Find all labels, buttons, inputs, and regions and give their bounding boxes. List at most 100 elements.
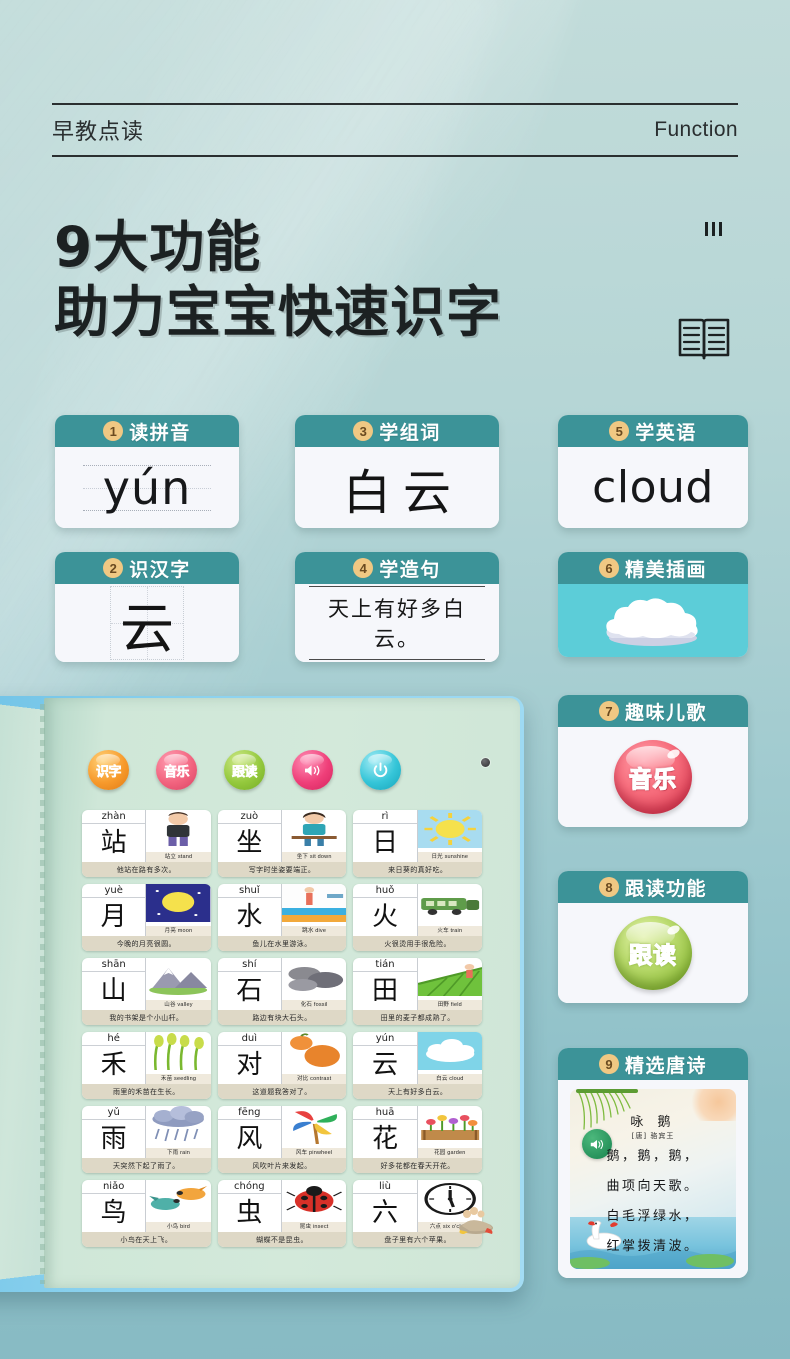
poem-title: 咏 鹅 (630, 1115, 676, 1130)
mascot-icon (454, 1202, 498, 1236)
word-card-character: fēng 风 (217, 1106, 282, 1158)
word-card-top: fēng 风 风车 pinwheel (217, 1106, 347, 1158)
word-card[interactable]: hé 禾 禾苗 seedling 雨里的禾苗在生长。 (82, 1032, 211, 1099)
word-card[interactable]: zhàn 站 站立 stand 他站在路有多次。 (82, 810, 211, 877)
hanzi-value: 云 (120, 596, 174, 660)
word-card-top: yún 云 白云 cloud (353, 1032, 482, 1084)
hero-heading: 9大功能 助力宝宝快速识字 (54, 215, 502, 343)
picture-boy-standing (146, 810, 210, 848)
word-card-hanzi: 日 (371, 828, 398, 858)
feature-card-make-sentence[interactable]: 4 学造句 天上有好多白云。 (295, 552, 499, 662)
word-card-pinyin: yún (353, 1033, 417, 1046)
word-card-top: tián 田 田野 field (353, 958, 482, 1010)
word-card-picture-area: 坐下 sit down (281, 810, 347, 862)
picture-girl-sitting (282, 810, 346, 848)
card-body (558, 584, 748, 657)
word-card[interactable]: niǎo 鸟 小鸟 bird 小鸟在天上飞。 (82, 1180, 211, 1247)
read-along-button[interactable]: 跟读 (614, 916, 692, 990)
poem-line: 鹅，鹅，鹅， (606, 1149, 700, 1164)
word-card-sentence: 火很烫用手很危险。 (353, 936, 482, 951)
word-card[interactable]: duì 对 对比 contrast 这道题我答对了。 (217, 1032, 347, 1099)
word-card-english: 日光 sunshine (417, 852, 482, 862)
volume-button[interactable] (292, 750, 333, 790)
word-card-picture-area: 对比 contrast (281, 1032, 347, 1084)
page-header: 早教点读 Function (52, 103, 738, 157)
card-body: 咏 鹅 [唐] 骆宾王 鹅，鹅，鹅， 曲项向天歌。 白毛浮绿水， 红掌拨清波。 (558, 1080, 748, 1278)
feature-card-illustration[interactable]: 6 精美插画 (558, 552, 748, 657)
word-card-hanzi: 石 (236, 976, 263, 1006)
word-card-character: yǔ 雨 (82, 1106, 147, 1158)
word-card-english: 月亮 moon (146, 926, 211, 936)
word-card-pinyin: shuǐ (217, 885, 281, 898)
word-card-english: 坐下 sit down (281, 852, 347, 862)
word-card-hanzi: 虫 (236, 1198, 263, 1228)
sentence-rules: 天上有好多白云。 (309, 586, 485, 660)
picture-mountains (146, 958, 210, 996)
power-button[interactable] (360, 750, 401, 790)
read-along-button-label: 跟读 (231, 763, 258, 779)
card-title: 读拼音 (129, 422, 191, 444)
word-card[interactable]: yuè 月 月亮 moon 今晚的月亮很圆。 (82, 884, 211, 951)
word-card-top: chóng 虫 昆虫 insect (217, 1180, 347, 1232)
word-card-pinyin: shí (217, 959, 281, 972)
card-body: cloud (558, 447, 748, 528)
word-card[interactable]: fēng 风 风车 pinwheel 风吹叶片来发起。 (217, 1106, 347, 1173)
picture-pinwheel (282, 1106, 346, 1145)
word-card[interactable]: shuǐ 水 跳水 dive 鱼儿在水里游泳。 (217, 884, 347, 951)
word-card[interactable]: huā 花 花园 garden 好多花都在春天开花。 (353, 1106, 482, 1173)
word-card-hanzi: 坐 (236, 828, 263, 858)
hero-line-1: 9大功能 (54, 215, 262, 279)
card-number-badge: 8 (598, 877, 619, 897)
word-card[interactable]: yǔ 雨 下雨 rain 天突然下起了雨了。 (82, 1106, 211, 1173)
card-title: 学造句 (379, 559, 441, 581)
music-button[interactable]: 音乐 (156, 750, 197, 790)
word-card-english: 站立 stand (146, 852, 211, 862)
picture-train (418, 884, 482, 922)
header-title-en: Function (654, 118, 738, 141)
word-card-character: zuò 坐 (217, 810, 282, 862)
poem-line: 曲项向天歌。 (606, 1179, 700, 1194)
word-card-english: 花园 garden (417, 1148, 482, 1158)
feature-card-tang-poetry[interactable]: 9 精选唐诗 咏 鹅 [唐] 骆宾王 鹅，鹅，鹅， 曲项向天歌。 白毛浮绿水， … (558, 1048, 748, 1278)
word-card[interactable]: zuò 坐 坐下 sit down 写字时坐姿要端正。 (217, 810, 347, 877)
word-card[interactable]: shān 山 山谷 valley 我的书架是个小山杆。 (82, 958, 211, 1025)
feature-card-read-along[interactable]: 8 跟读功能 跟读 (558, 871, 748, 1003)
word-card[interactable]: rì 日 日光 sunshine 来日葵的真好吃。 (353, 810, 482, 877)
word-card[interactable]: shí 石 化石 fossil 路边有块大石头。 (217, 958, 347, 1025)
word-card-character: shuǐ 水 (217, 884, 282, 936)
card-header: 8 跟读功能 (558, 871, 748, 903)
word-card-top: shān 山 山谷 valley (82, 958, 211, 1010)
feature-card-recognize-hanzi[interactable]: 2 识汉字 云 (55, 552, 239, 662)
picture-sun (417, 810, 482, 848)
word-card-hanzi: 禾 (100, 1050, 127, 1080)
word-card-english: 禾苗 seedling (146, 1074, 211, 1084)
word-card-top: shí 石 化石 fossil (217, 958, 347, 1010)
word-card-picture-area: 化石 fossil (281, 958, 347, 1010)
word-card-top: niǎo 鸟 小鸟 bird (82, 1180, 211, 1232)
word-card-pinyin: hé (82, 1033, 146, 1046)
card-number-badge: 5 (609, 421, 630, 441)
feature-card-nursery-rhymes[interactable]: 7 趣味儿歌 音乐 (558, 695, 748, 827)
word-card-pinyin: duì (217, 1033, 281, 1046)
card-body: 音乐 (558, 727, 748, 827)
picture-oranges (282, 1032, 346, 1070)
literacy-button[interactable]: 识字 (88, 750, 129, 790)
word-card-character: rì 日 (353, 810, 418, 862)
word-card[interactable]: yún 云 白云 cloud 天上有好多白云。 (353, 1032, 482, 1099)
feature-card-read-pinyin[interactable]: 1 读拼音 yún (55, 415, 239, 528)
word-card-pinyin: huǒ (353, 885, 417, 898)
card-header: 7 趣味儿歌 (558, 695, 748, 727)
read-along-button[interactable]: 跟读 (224, 750, 265, 790)
word-card[interactable]: huǒ 火 火车 train 火很烫用手很危险。 (353, 884, 482, 951)
music-button[interactable]: 音乐 (614, 740, 692, 814)
word-card-english: 风车 pinwheel (281, 1148, 347, 1158)
feature-card-learn-words[interactable]: 3 学组词 白云 (295, 415, 499, 528)
word-card-sentence: 我的书架是个小山杆。 (82, 1010, 211, 1025)
card-header: 5 学英语 (558, 415, 748, 447)
word-card-sentence: 风吹叶片来发起。 (217, 1158, 347, 1173)
feature-card-learn-english[interactable]: 5 学英语 cloud (558, 415, 748, 528)
word-card[interactable]: tián 田 田野 field 田里的麦子都成熟了。 (353, 958, 482, 1025)
word-card-top: rì 日 日光 sunshine (353, 810, 482, 862)
word-card[interactable]: chóng 虫 昆虫 insect 蝴蝶不是昆虫。 (217, 1180, 347, 1247)
word-card-hanzi: 山 (100, 976, 127, 1006)
